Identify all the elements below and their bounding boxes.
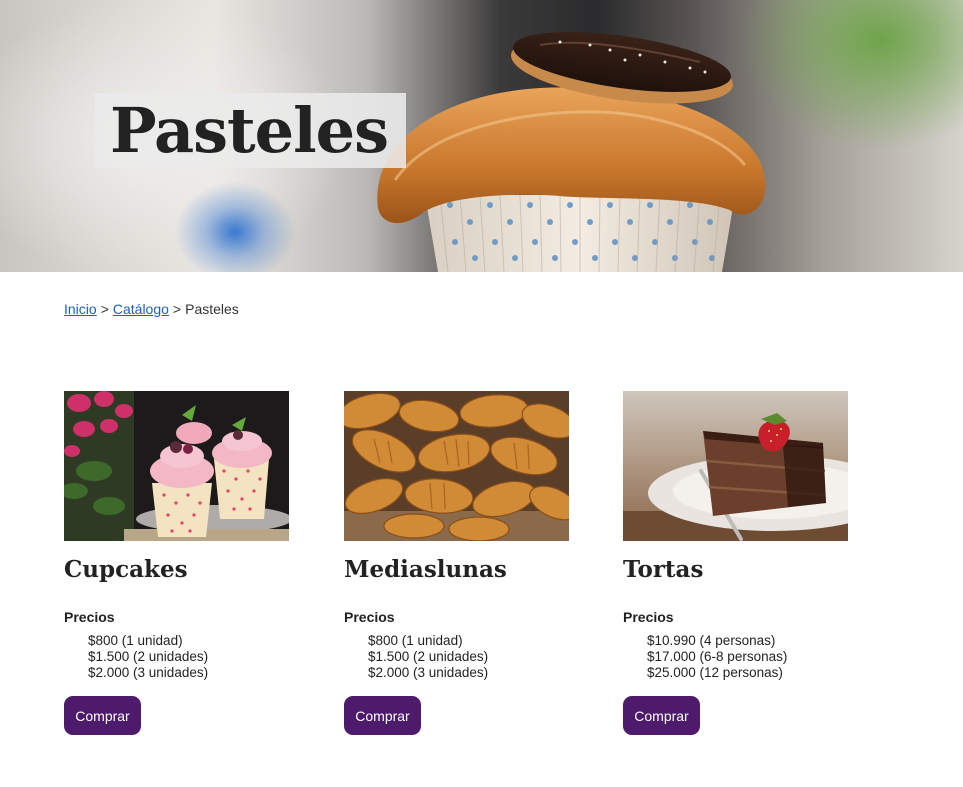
price-item: $10.990 (4 personas) (647, 633, 776, 648)
buy-button-cupcakes[interactable]: Comprar (64, 696, 141, 735)
product-card-mediaslunas: Mediaslunas Precios $800 (1 unidad) $1.5… (344, 391, 569, 735)
breadcrumb-separator: > (172, 301, 182, 317)
prices-heading: Precios (344, 609, 395, 625)
product-card-cupcakes: Cupcakes Precios $800 (1 unidad) $1.500 … (64, 391, 289, 735)
price-list: $800 (1 unidad) $1.500 (2 unidades) $2.0… (88, 633, 289, 681)
price-item: $2.000 (3 unidades) (368, 665, 489, 680)
breadcrumb: Inicio > Catálogo > Pasteles (64, 301, 239, 317)
price-list: $800 (1 unidad) $1.500 (2 unidades) $2.0… (368, 633, 569, 681)
price-item: $800 (1 unidad) (368, 633, 463, 648)
product-title: Cupcakes (64, 556, 188, 583)
price-item: $17.000 (6-8 personas) (647, 649, 788, 664)
price-item: $1.500 (2 unidades) (368, 649, 489, 664)
cupcakes-photo (64, 391, 289, 541)
buy-button-tortas[interactable]: Comprar (623, 696, 700, 735)
buy-button-mediaslunas[interactable]: Comprar (344, 696, 421, 735)
croissants-photo (344, 391, 569, 541)
breadcrumb-current: Pasteles (185, 301, 239, 317)
price-list: $10.990 (4 personas) $17.000 (6-8 person… (647, 633, 848, 681)
product-title: Tortas (623, 556, 704, 583)
breadcrumb-link-catalogo[interactable]: Catálogo (113, 301, 169, 317)
breadcrumb-link-inicio[interactable]: Inicio (64, 301, 97, 317)
price-item: $1.500 (2 unidades) (88, 649, 209, 664)
product-title: Mediaslunas (344, 556, 507, 583)
cake-slice-photo (623, 391, 848, 541)
price-item: $2.000 (3 unidades) (88, 665, 209, 680)
breadcrumb-separator: > (100, 301, 109, 317)
prices-heading: Precios (623, 609, 674, 625)
price-item: $800 (1 unidad) (88, 633, 183, 648)
product-card-tortas: Tortas Precios $10.990 (4 personas) $17.… (623, 391, 848, 735)
prices-heading: Precios (64, 609, 115, 625)
page-title: Pasteles (110, 94, 389, 167)
price-item: $25.000 (12 personas) (647, 665, 783, 680)
